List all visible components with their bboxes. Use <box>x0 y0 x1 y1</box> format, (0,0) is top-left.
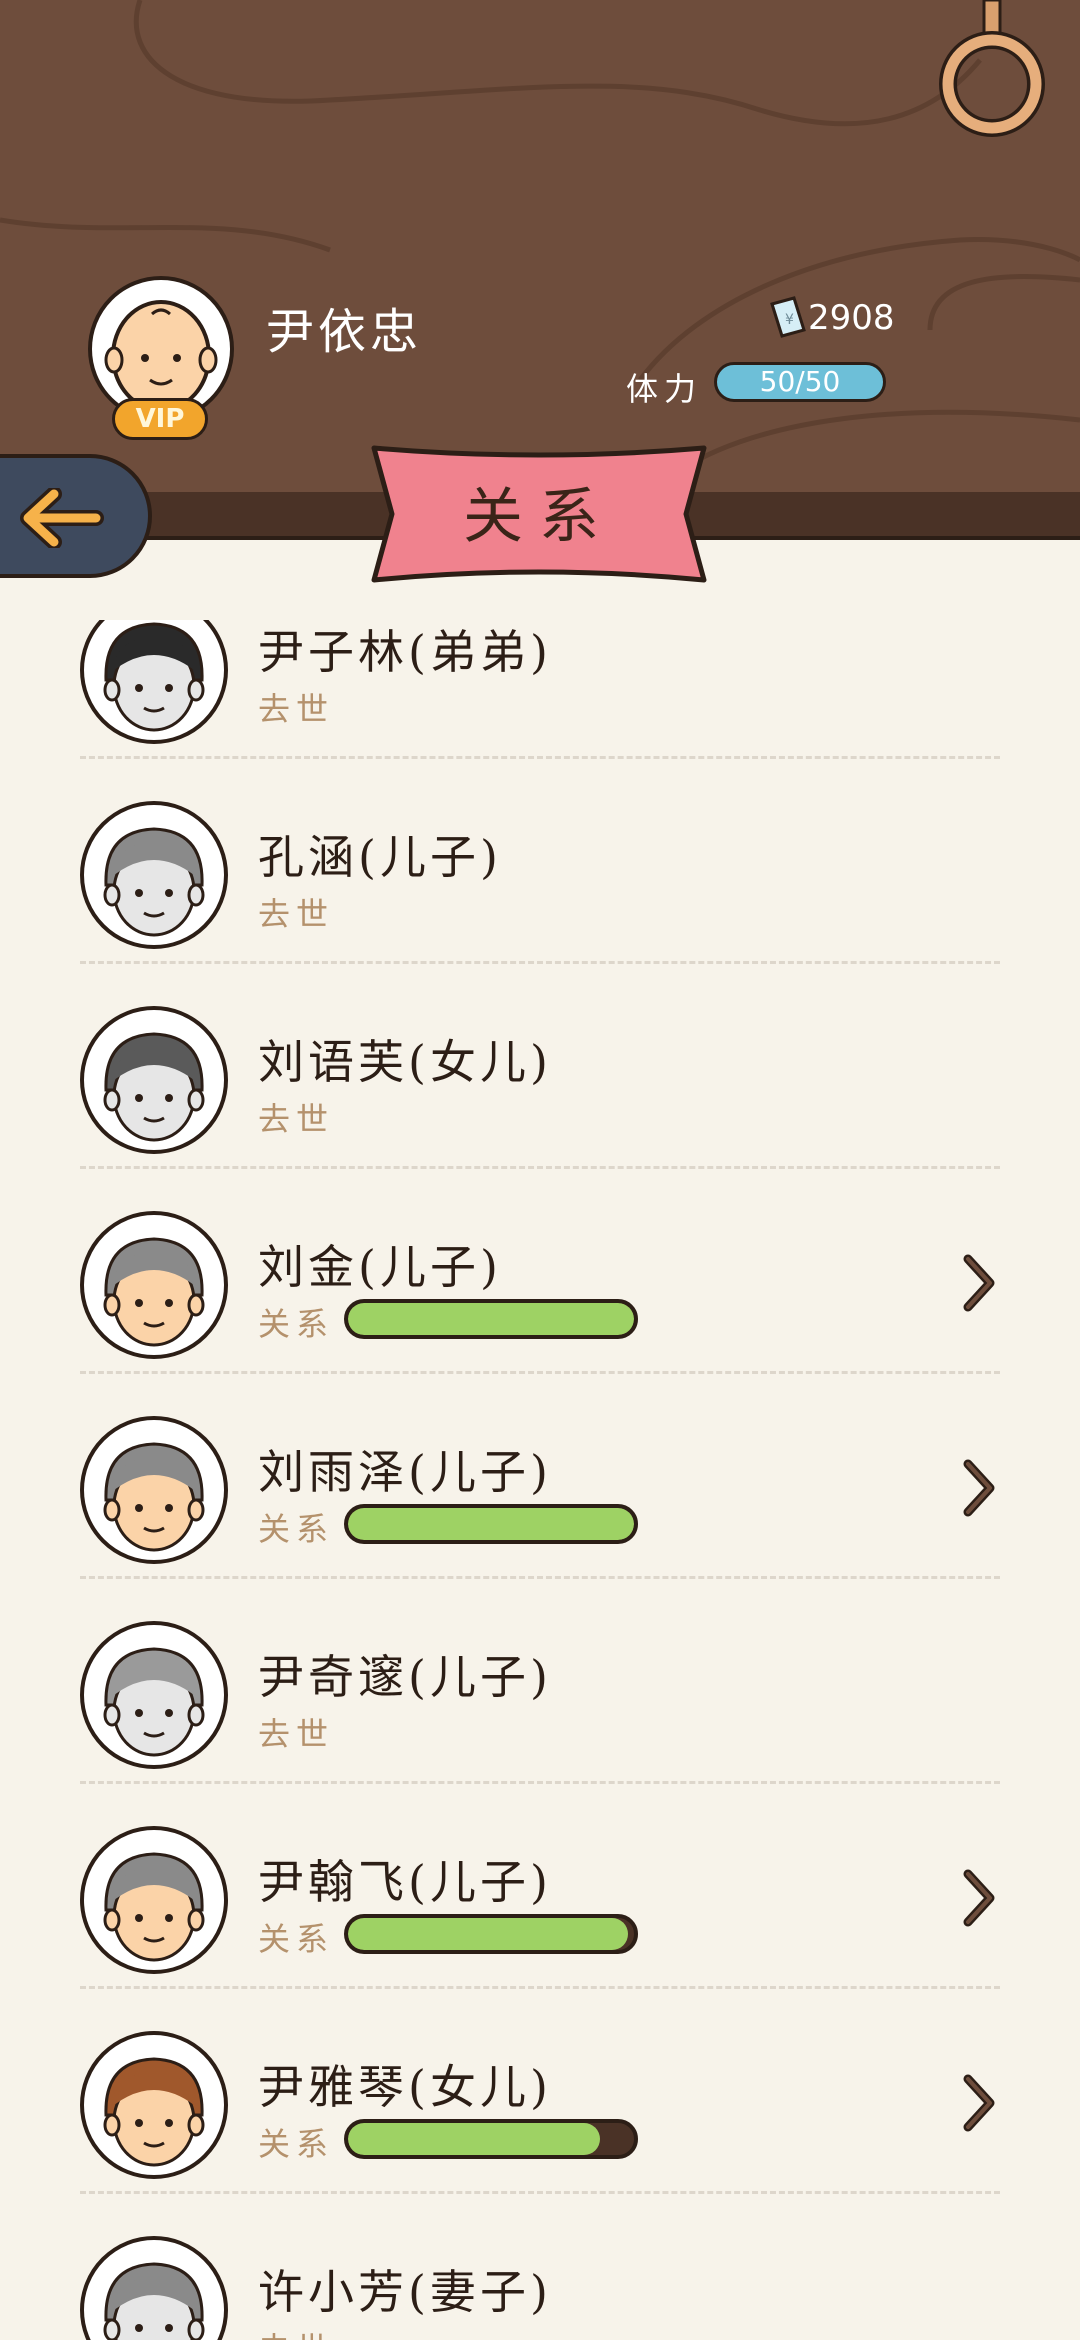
player-name: 尹依忠 <box>266 304 423 360</box>
face-icon <box>103 622 205 732</box>
stamina-label: 体力 <box>626 370 703 408</box>
relative-avatar <box>80 801 228 949</box>
relative-row: 孔涵(儿子) 去世 <box>0 759 1080 964</box>
relative-row[interactable]: 刘金(儿子) 关系 <box>0 1169 1080 1374</box>
relative-name: 尹子林(弟弟) <box>258 625 552 679</box>
relative-avatar <box>80 620 228 744</box>
relative-name: 刘金(儿子) <box>258 1240 502 1294</box>
relation-label: 关系 <box>258 1920 335 1958</box>
page-title: 关系 <box>463 482 615 552</box>
banknote-icon: ¥ <box>770 296 806 338</box>
chevron-right-icon[interactable] <box>962 1253 996 1313</box>
back-arrow-icon <box>20 488 104 548</box>
deceased-label: 去世 <box>258 1100 335 1138</box>
deceased-label: 去世 <box>258 895 335 933</box>
relative-name: 尹奇邃(儿子) <box>258 1650 552 1704</box>
relation-label: 关系 <box>258 1305 335 1343</box>
relation-bar <box>344 1299 638 1339</box>
relative-row[interactable]: 刘雨泽(儿子) 关系 <box>0 1374 1080 1579</box>
face-icon <box>103 2262 205 2340</box>
relative-avatar <box>80 2031 228 2179</box>
relation-bar-fill <box>348 2123 600 2155</box>
face-icon <box>103 1237 205 1347</box>
face-icon <box>103 1647 205 1757</box>
deceased-label: 去世 <box>258 1715 335 1753</box>
face-icon <box>103 1032 205 1142</box>
relative-row[interactable]: 尹翰飞(儿子) 关系 <box>0 1784 1080 1989</box>
face-icon <box>103 2057 205 2167</box>
relative-row: 刘语芙(女儿) 去世 <box>0 964 1080 1169</box>
relative-row: 尹子林(弟弟) 去世 <box>0 620 1080 759</box>
relative-avatar <box>80 1621 228 1769</box>
relatives-list[interactable]: 尹子林(弟弟) 去世 孔涵(儿子) 去世 刘语芙(女儿) 去世 刘金(儿子) 关… <box>0 620 1080 2340</box>
money-count: 2908 <box>808 298 895 338</box>
face-icon <box>103 827 205 937</box>
relative-name: 尹翰飞(儿子) <box>258 1855 552 1909</box>
hanging-ring-icon[interactable] <box>936 0 1048 140</box>
relation-label: 关系 <box>258 1510 335 1548</box>
chevron-right-icon[interactable] <box>962 1868 996 1928</box>
face-icon <box>103 1852 205 1962</box>
relation-bar <box>344 1504 638 1544</box>
relative-name: 尹雅琴(女儿) <box>258 2060 552 2114</box>
relation-bar <box>344 1914 638 1954</box>
relative-row: 许小芳(妻子) 去世 <box>0 2194 1080 2340</box>
relation-bar <box>344 2119 638 2159</box>
relation-label: 关系 <box>258 2125 335 2163</box>
svg-text:¥: ¥ <box>785 312 794 328</box>
relative-name: 孔涵(儿子) <box>258 830 502 884</box>
relative-avatar <box>80 1416 228 1564</box>
chevron-right-icon[interactable] <box>962 1458 996 1518</box>
back-button[interactable] <box>0 454 152 578</box>
stamina-bar: 50/50 <box>714 362 886 402</box>
relative-name: 刘雨泽(儿子) <box>258 1445 552 1499</box>
relative-name: 许小芳(妻子) <box>258 2265 552 2319</box>
relative-avatar <box>80 1211 228 1359</box>
vip-badge: VIP <box>112 398 208 440</box>
relative-name: 刘语芙(女儿) <box>258 1035 552 1089</box>
relation-bar-fill <box>348 1918 629 1950</box>
relative-row[interactable]: 尹雅琴(女儿) 关系 <box>0 1989 1080 2194</box>
relative-row: 尹奇邃(儿子) 去世 <box>0 1579 1080 1784</box>
chevron-right-icon[interactable] <box>962 2073 996 2133</box>
deceased-label: 去世 <box>258 690 335 728</box>
relation-bar-fill <box>348 1303 634 1335</box>
relative-avatar <box>80 1826 228 1974</box>
relative-avatar <box>80 2236 228 2340</box>
relative-avatar <box>80 1006 228 1154</box>
deceased-label: 去世 <box>258 2324 334 2340</box>
relation-bar-fill <box>348 1508 634 1540</box>
face-icon <box>103 1442 205 1552</box>
